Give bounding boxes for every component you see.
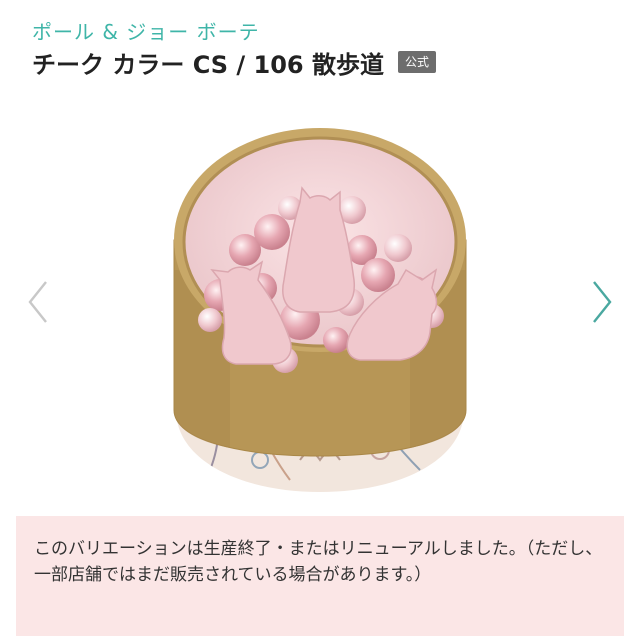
brand-name[interactable]: ポール & ジョー ボーテ bbox=[32, 16, 260, 45]
official-badge: 公式 bbox=[397, 51, 436, 73]
discontinued-notice: このバリエーションは生産終了・またはリニューアルしました。（ただし、一部店舗では… bbox=[16, 516, 624, 636]
product-title: チーク カラー CS / 106 散歩道 bbox=[32, 50, 384, 79]
chevron-left-icon[interactable] bbox=[22, 274, 56, 330]
notice-text: このバリエーションは生産終了・またはリニューアルしました。（ただし、一部店舗では… bbox=[34, 539, 603, 585]
product-image bbox=[173, 128, 467, 492]
chevron-right-icon[interactable] bbox=[584, 274, 618, 330]
title-row: チーク カラー CS / 106 散歩道 公式 bbox=[32, 46, 436, 79]
